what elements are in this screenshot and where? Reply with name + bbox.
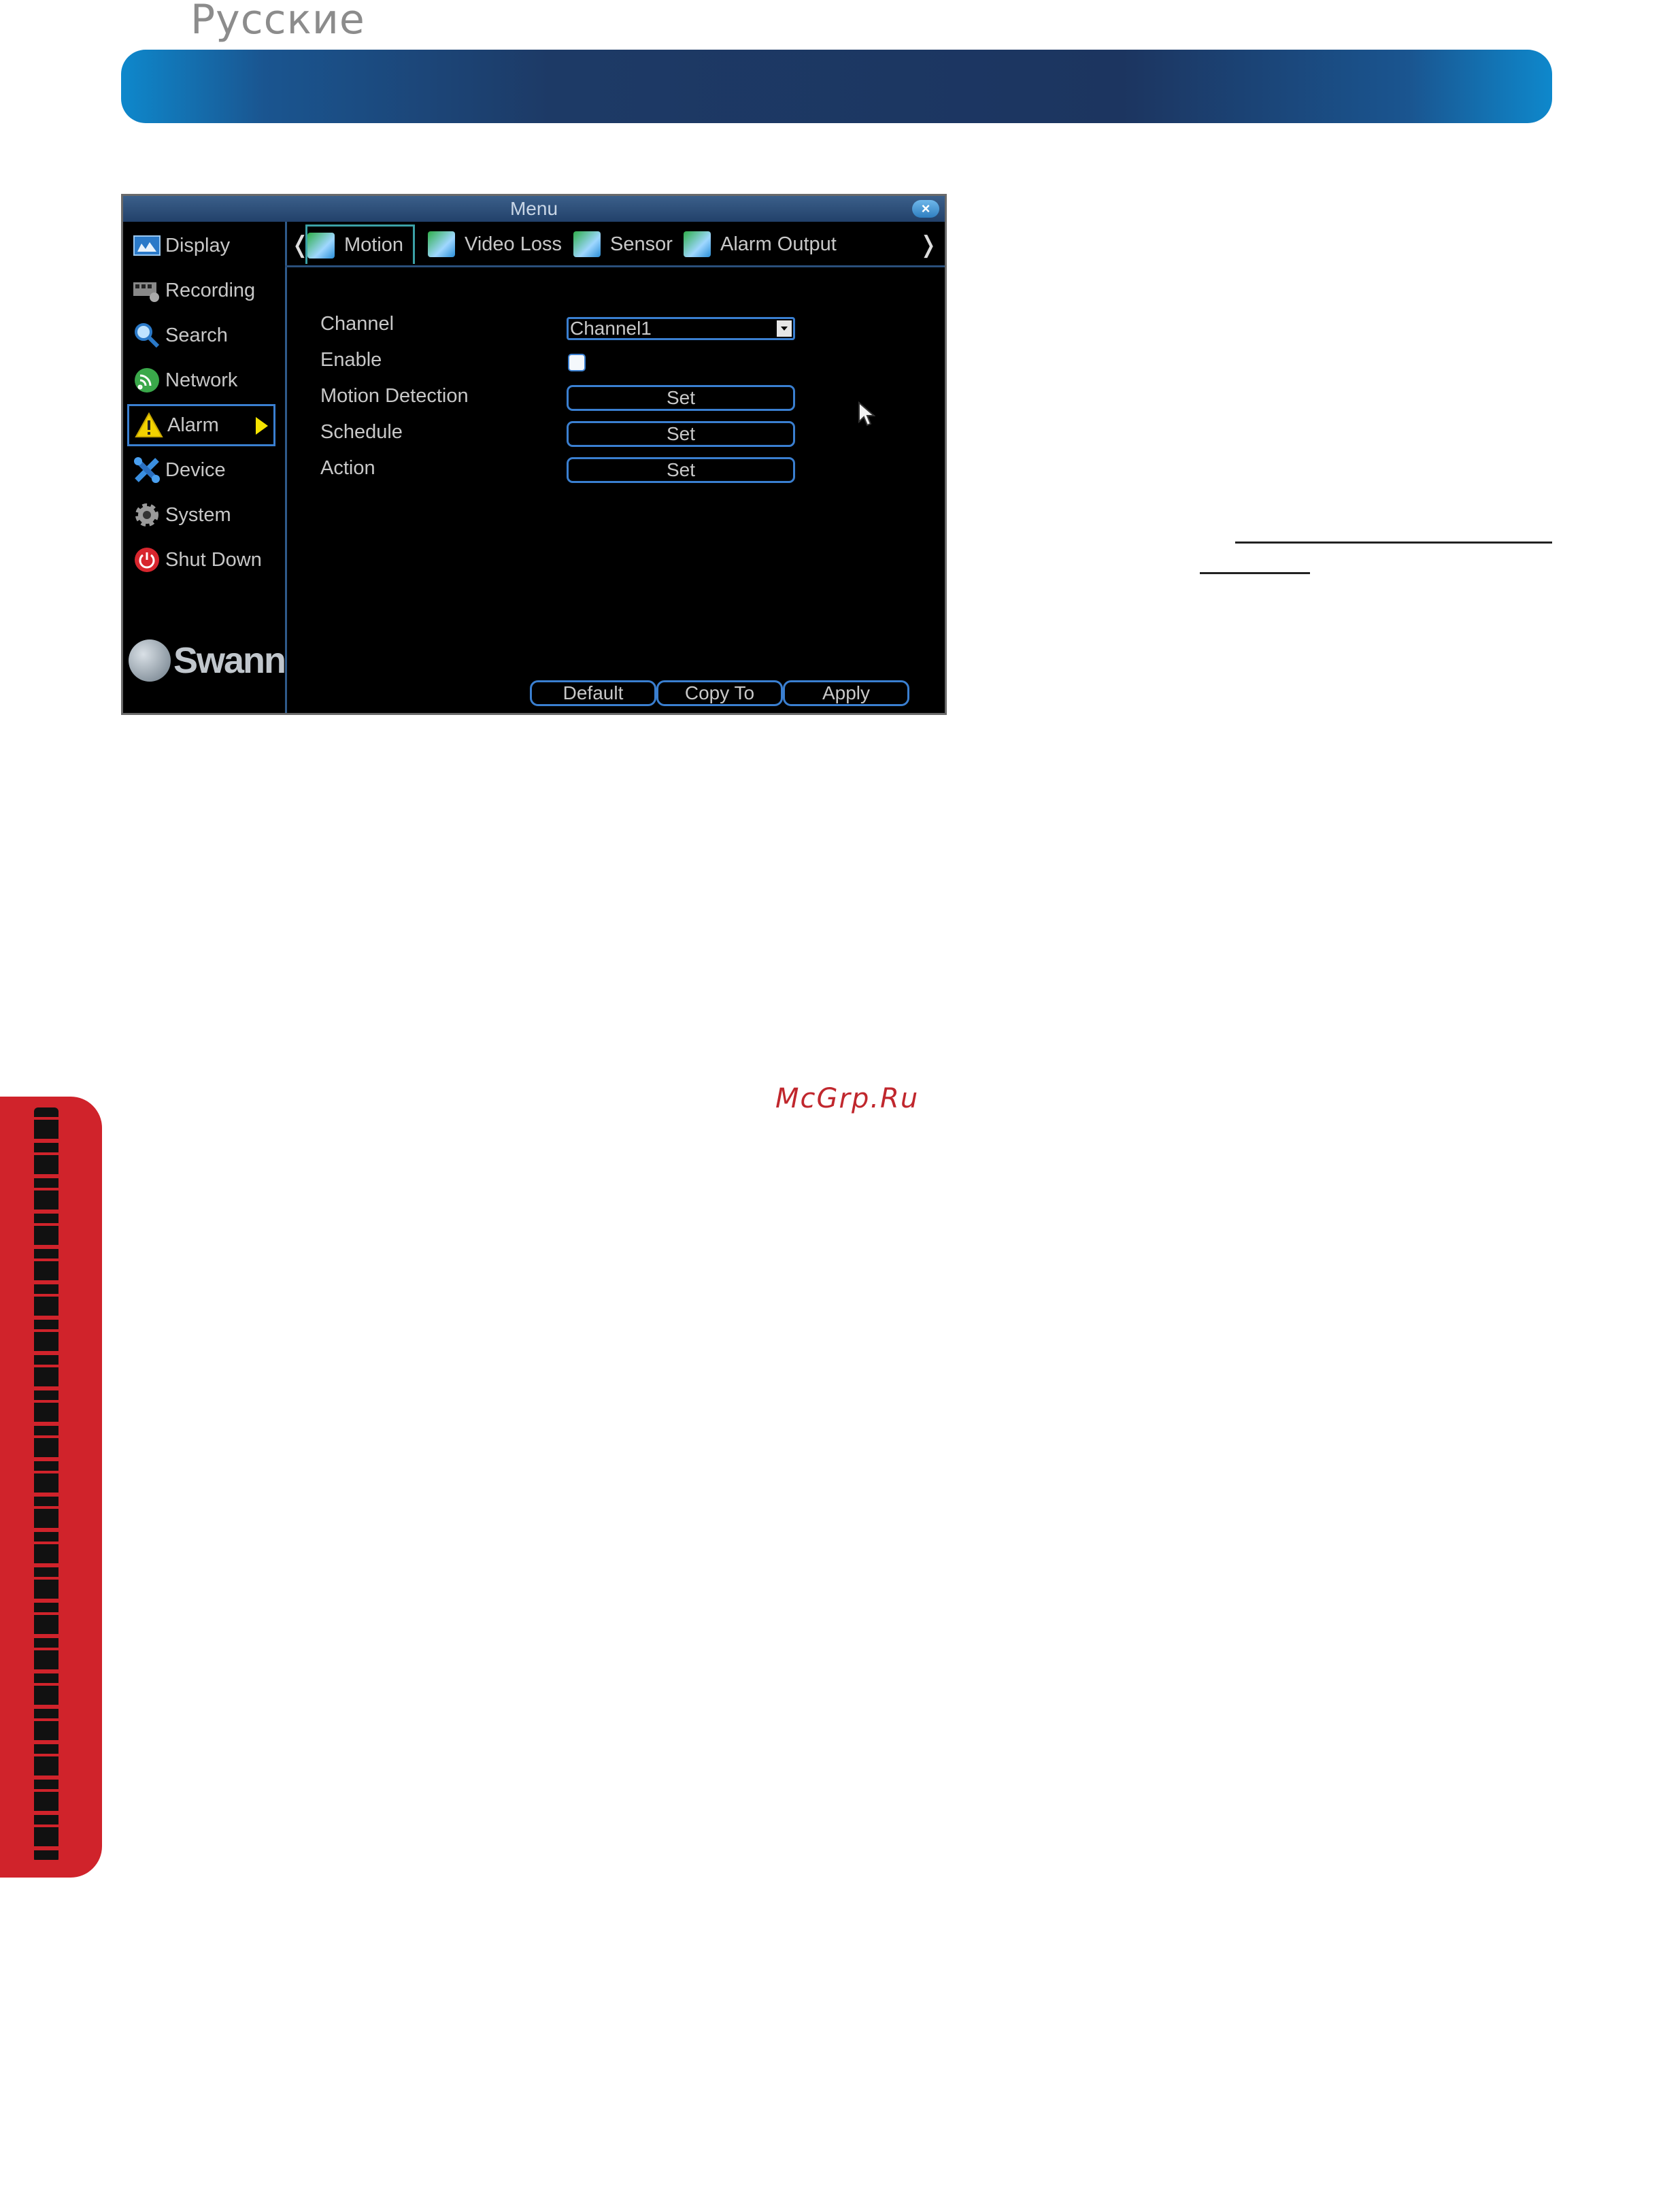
mouse-cursor-icon bbox=[858, 401, 875, 427]
tab-video-loss[interactable]: Video Loss bbox=[428, 224, 562, 264]
enable-label: Enable bbox=[320, 349, 382, 371]
tab-bar: ❬ Motion Video Loss Sensor Alarm Output … bbox=[285, 222, 945, 267]
sidebar-item-network[interactable]: Network bbox=[127, 359, 275, 401]
tab-sensor[interactable]: Sensor bbox=[573, 224, 673, 264]
channel-select[interactable]: Channel1 bbox=[567, 317, 795, 340]
camera-icon bbox=[573, 231, 601, 257]
tab-alarm-output[interactable]: Alarm Output bbox=[684, 224, 837, 264]
action-label: Action bbox=[320, 457, 375, 479]
sidebar-item-label: System bbox=[165, 503, 231, 526]
tab-label: Alarm Output bbox=[720, 233, 837, 255]
sidebar-item-display[interactable]: Display bbox=[127, 224, 275, 267]
film-icon bbox=[133, 276, 161, 305]
motion-detection-label: Motion Detection bbox=[320, 385, 469, 407]
gear-icon bbox=[133, 501, 161, 529]
camera-icon bbox=[684, 231, 711, 257]
channel-value: Channel1 bbox=[570, 318, 652, 339]
chevron-down-icon bbox=[777, 320, 792, 337]
swann-logo-icon bbox=[129, 639, 171, 682]
sidebar-item-alarm[interactable]: Alarm bbox=[127, 404, 275, 446]
tab-label: Motion bbox=[344, 234, 404, 256]
dvr-menu-window: Menu × Display Recording Search Network bbox=[121, 194, 947, 715]
tab-motion[interactable]: Motion bbox=[305, 224, 416, 264]
header-bar bbox=[121, 50, 1552, 123]
sidebar: Display Recording Search Network Alarm D… bbox=[123, 222, 287, 713]
sidebar-item-recording[interactable]: Recording bbox=[127, 269, 275, 312]
motion-detection-set-button[interactable]: Set bbox=[567, 385, 795, 411]
sidebar-item-shut-down[interactable]: Shut Down bbox=[127, 539, 275, 581]
camera-icon bbox=[307, 232, 335, 259]
vertical-chapter-text bbox=[34, 1107, 58, 1863]
sidebar-item-label: Search bbox=[165, 324, 228, 346]
action-set-button[interactable]: Set bbox=[567, 457, 795, 483]
warning-icon bbox=[135, 411, 163, 439]
window-title: Menu bbox=[123, 196, 945, 222]
tab-next-icon[interactable]: ❭ bbox=[919, 231, 939, 259]
monitor-icon bbox=[133, 231, 161, 260]
sidebar-item-device[interactable]: Device bbox=[127, 449, 275, 491]
sidebar-item-search[interactable]: Search bbox=[127, 314, 275, 356]
copy-to-button[interactable]: Copy To bbox=[656, 680, 783, 706]
swann-logo: Swann bbox=[129, 637, 286, 684]
sidebar-item-label: Device bbox=[165, 459, 226, 481]
sidebar-item-system[interactable]: System bbox=[127, 494, 275, 536]
close-icon[interactable]: × bbox=[912, 200, 939, 218]
camera-icon bbox=[428, 231, 455, 257]
apply-button[interactable]: Apply bbox=[783, 680, 909, 706]
sidebar-item-label: Display bbox=[165, 234, 231, 256]
power-icon bbox=[133, 546, 161, 574]
network-icon bbox=[133, 366, 161, 395]
schedule-label: Schedule bbox=[320, 421, 403, 443]
link-underline bbox=[1235, 541, 1552, 544]
language-label: Русские bbox=[190, 0, 365, 44]
default-button[interactable]: Default bbox=[530, 680, 656, 706]
tab-label: Sensor bbox=[610, 233, 673, 255]
submenu-arrow-icon bbox=[256, 417, 268, 435]
schedule-set-button[interactable]: Set bbox=[567, 421, 795, 447]
channel-label: Channel bbox=[320, 313, 394, 335]
side-chapter-tab bbox=[0, 1097, 102, 1878]
tab-label: Video Loss bbox=[465, 233, 562, 255]
enable-checkbox[interactable] bbox=[568, 354, 586, 371]
sidebar-item-label: Alarm bbox=[167, 414, 219, 436]
magnifier-icon bbox=[133, 321, 161, 350]
sidebar-item-label: Shut Down bbox=[165, 548, 262, 571]
sidebar-item-label: Recording bbox=[165, 279, 256, 301]
tools-icon bbox=[133, 456, 161, 484]
watermark: McGrp.Ru bbox=[775, 1083, 920, 1114]
link-underline bbox=[1200, 572, 1310, 574]
brand-name: Swann bbox=[173, 640, 286, 681]
sidebar-item-label: Network bbox=[165, 369, 238, 391]
